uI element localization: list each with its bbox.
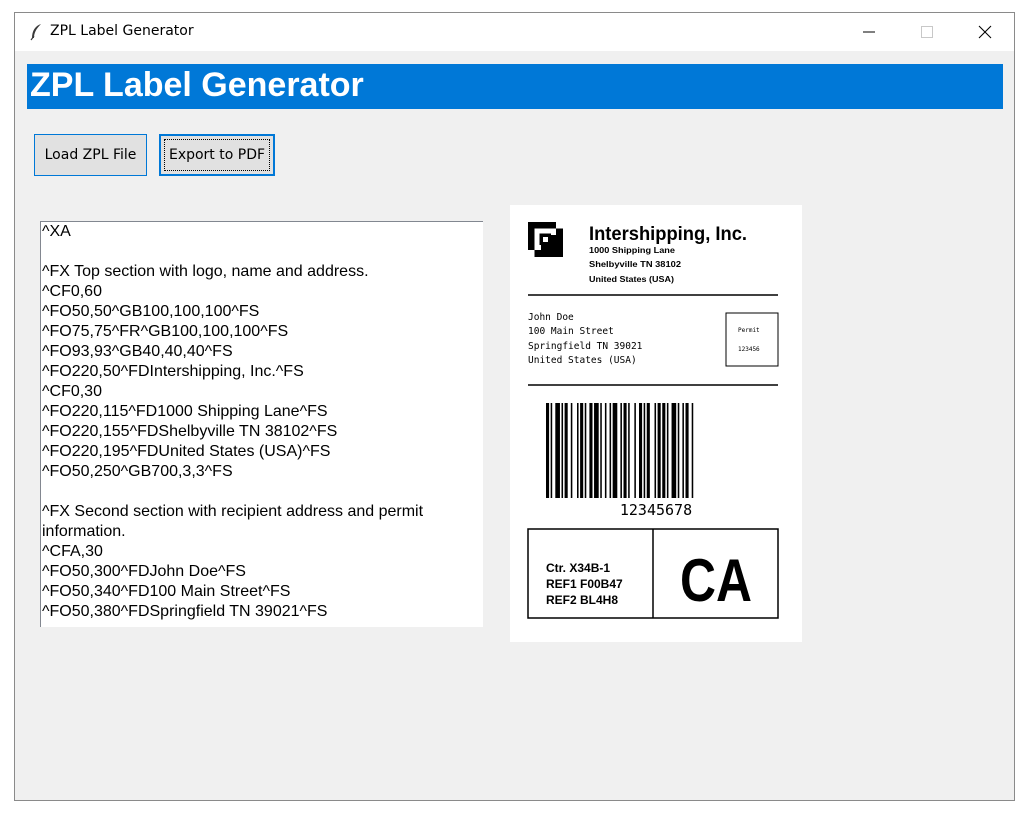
window-title: ZPL Label Generator: [50, 23, 194, 39]
recipient-line: United States (USA): [528, 355, 637, 366]
load-zpl-button[interactable]: Load ZPL File: [34, 134, 147, 176]
ctr-text: Ctr. X34B-1: [546, 561, 610, 575]
editor-line: ^CF0,60: [42, 283, 102, 300]
header-banner: ZPL Label Generator: [27, 64, 1003, 109]
barcode-bar: [550, 403, 553, 498]
permit-number: 123456: [738, 346, 760, 353]
barcode-bar: [612, 403, 618, 498]
editor-line: ^FX Second section with recipient addres…: [42, 503, 424, 520]
barcode-bar: [666, 403, 669, 498]
barcode-bar: [555, 403, 560, 498]
editor-line: ^FX Top section with logo, name and addr…: [42, 263, 369, 280]
feather-icon: [29, 23, 43, 41]
barcode: [546, 403, 694, 498]
editor-line: ^FO220,115^FD1000 Shipping Lane^FS: [42, 403, 328, 420]
editor-line: ^CF0,30: [42, 383, 102, 400]
barcode-bar: [639, 403, 643, 498]
editor-line: ^XA: [42, 223, 71, 240]
editor-line: ^FO50,50^GB100,100,100^FS: [42, 303, 260, 320]
title-bar: ZPL Label Generator: [15, 13, 1014, 51]
barcode-bar: [685, 403, 689, 498]
barcode-bar: [654, 403, 657, 498]
company-address-line2: Shelbyville TN 38102: [589, 259, 681, 269]
company-logo: [528, 222, 563, 257]
barcode-bar: [646, 403, 650, 498]
ref1-text: REF1 F00B47: [546, 577, 623, 591]
barcode-bar: [634, 403, 636, 498]
recipient-line: Springfield TN 39021: [528, 341, 643, 352]
zpl-text-editor[interactable]: ^XA ^FX Top section with logo, name and …: [40, 221, 483, 627]
ref2-text: REF2 BL4H8: [546, 593, 618, 607]
barcode-bar: [623, 403, 627, 498]
maximize-icon: [921, 26, 933, 38]
barcode-bar: [682, 403, 684, 498]
editor-line: ^FO220,50^FDIntershipping, Inc.^FS: [42, 363, 304, 380]
editor-line: ^FO50,250^GB700,3,3^FS: [42, 463, 233, 480]
barcode-bar: [580, 403, 584, 498]
barcode-bar: [628, 403, 630, 498]
minimize-button[interactable]: [840, 13, 898, 51]
barcode-bar: [564, 403, 568, 498]
barcode-bar: [643, 403, 646, 498]
close-icon: [978, 25, 992, 39]
page-title: ZPL Label Generator: [30, 66, 364, 104]
editor-line: ^FO75,75^FR^GB100,100,100^FS: [42, 323, 289, 340]
barcode-bar: [620, 403, 622, 498]
editor-line: ^CFA,30: [42, 543, 103, 560]
permit-label: Permit: [738, 327, 760, 334]
export-pdf-button[interactable]: Export to PDF: [159, 134, 275, 176]
barcode-bar: [577, 403, 579, 498]
maximize-button[interactable]: [898, 13, 956, 51]
company-address-line3: United States (USA): [589, 274, 674, 284]
barcode-bar: [691, 403, 694, 498]
barcode-bar: [662, 403, 666, 498]
editor-line: ^FO220,195^FDUnited States (USA)^FS: [42, 443, 331, 460]
editor-line: ^FO50,300^FDJohn Doe^FS: [42, 563, 246, 580]
focus-ring: [164, 139, 270, 171]
company-name: Intershipping, Inc.: [589, 224, 747, 245]
close-button[interactable]: [956, 13, 1014, 51]
barcode-bar: [600, 403, 602, 498]
barcode-bar: [584, 403, 587, 498]
barcode-bar: [570, 403, 573, 498]
recipient-line: John Doe: [528, 312, 574, 323]
barcode-bar: [546, 403, 550, 498]
barcode-text: 12345678: [620, 501, 692, 519]
barcode-bar: [589, 403, 593, 498]
state-code: CA: [680, 547, 752, 614]
recipient-line: 100 Main Street: [528, 326, 614, 337]
barcode-bar: [561, 403, 564, 498]
editor-line: ^FO50,340^FD100 Main Street^FS: [42, 583, 291, 600]
barcode-bar: [609, 403, 612, 498]
permit-box: [725, 312, 779, 367]
label-preview: Intershipping, Inc. 1000 Shipping Lane S…: [510, 205, 802, 642]
barcode-bar: [677, 403, 680, 498]
editor-line: ^FO220,155^FDShelbyville TN 38102^FS: [42, 423, 338, 440]
editor-line: information.: [42, 523, 126, 540]
minimize-icon: [863, 31, 875, 33]
editor-line: ^FO93,93^GB40,40,40^FS: [42, 343, 233, 360]
barcode-bar: [657, 403, 661, 498]
barcode-bar: [594, 403, 599, 498]
barcode-bar: [671, 403, 677, 498]
company-address-line1: 1000 Shipping Lane: [589, 245, 675, 255]
app-window: ZPL Label Generator ZPL Label Generator …: [14, 12, 1015, 801]
editor-line: ^FO50,380^FDSpringfield TN 39021^FS: [42, 603, 328, 620]
barcode-bar: [604, 403, 607, 498]
